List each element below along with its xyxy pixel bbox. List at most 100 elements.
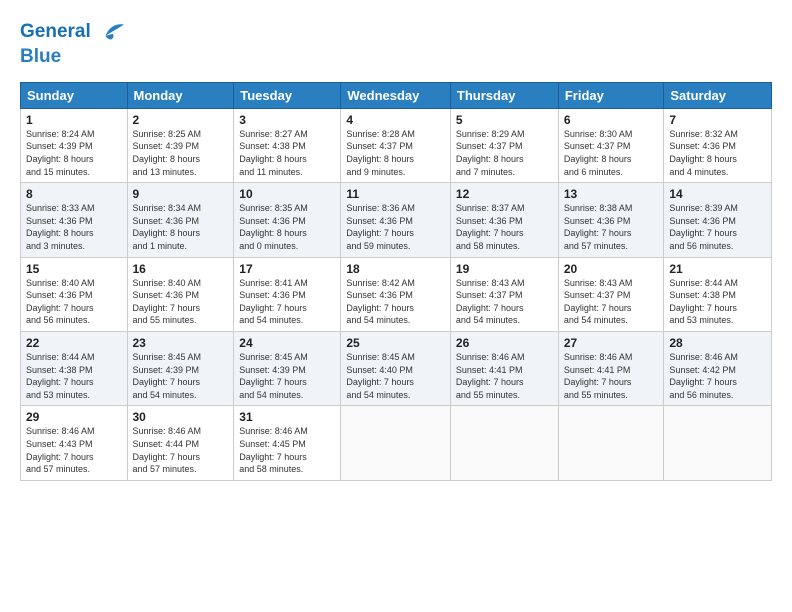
day-info: Sunrise: 8:45 AM Sunset: 4:40 PM Dayligh… xyxy=(346,351,445,401)
calendar-week-4: 22Sunrise: 8:44 AM Sunset: 4:38 PM Dayli… xyxy=(21,331,772,405)
logo-blue: Blue xyxy=(20,46,126,68)
calendar-cell: 4Sunrise: 8:28 AM Sunset: 4:37 PM Daylig… xyxy=(341,108,451,182)
day-number: 30 xyxy=(133,410,229,424)
calendar-cell: 10Sunrise: 8:35 AM Sunset: 4:36 PM Dayli… xyxy=(234,183,341,257)
calendar-cell: 6Sunrise: 8:30 AM Sunset: 4:37 PM Daylig… xyxy=(558,108,664,182)
day-info: Sunrise: 8:40 AM Sunset: 4:36 PM Dayligh… xyxy=(133,277,229,327)
day-info: Sunrise: 8:32 AM Sunset: 4:36 PM Dayligh… xyxy=(669,128,766,178)
calendar-cell: 1Sunrise: 8:24 AM Sunset: 4:39 PM Daylig… xyxy=(21,108,128,182)
day-number: 6 xyxy=(564,113,659,127)
day-info: Sunrise: 8:45 AM Sunset: 4:39 PM Dayligh… xyxy=(133,351,229,401)
day-number: 29 xyxy=(26,410,122,424)
day-number: 18 xyxy=(346,262,445,276)
day-info: Sunrise: 8:28 AM Sunset: 4:37 PM Dayligh… xyxy=(346,128,445,178)
calendar-cell: 22Sunrise: 8:44 AM Sunset: 4:38 PM Dayli… xyxy=(21,331,128,405)
day-info: Sunrise: 8:30 AM Sunset: 4:37 PM Dayligh… xyxy=(564,128,659,178)
calendar-cell: 5Sunrise: 8:29 AM Sunset: 4:37 PM Daylig… xyxy=(450,108,558,182)
day-number: 1 xyxy=(26,113,122,127)
day-info: Sunrise: 8:46 AM Sunset: 4:41 PM Dayligh… xyxy=(456,351,553,401)
calendar-cell: 12Sunrise: 8:37 AM Sunset: 4:36 PM Dayli… xyxy=(450,183,558,257)
day-info: Sunrise: 8:35 AM Sunset: 4:36 PM Dayligh… xyxy=(239,202,335,252)
logo-general: General xyxy=(20,21,91,42)
day-info: Sunrise: 8:36 AM Sunset: 4:36 PM Dayligh… xyxy=(346,202,445,252)
calendar-cell: 13Sunrise: 8:38 AM Sunset: 4:36 PM Dayli… xyxy=(558,183,664,257)
day-info: Sunrise: 8:33 AM Sunset: 4:36 PM Dayligh… xyxy=(26,202,122,252)
calendar-table: SundayMondayTuesdayWednesdayThursdayFrid… xyxy=(20,82,772,481)
day-number: 31 xyxy=(239,410,335,424)
calendar-cell: 31Sunrise: 8:46 AM Sunset: 4:45 PM Dayli… xyxy=(234,406,341,480)
day-info: Sunrise: 8:45 AM Sunset: 4:39 PM Dayligh… xyxy=(239,351,335,401)
calendar-cell: 2Sunrise: 8:25 AM Sunset: 4:39 PM Daylig… xyxy=(127,108,234,182)
calendar-week-5: 29Sunrise: 8:46 AM Sunset: 4:43 PM Dayli… xyxy=(21,406,772,480)
calendar-cell: 15Sunrise: 8:40 AM Sunset: 4:36 PM Dayli… xyxy=(21,257,128,331)
day-info: Sunrise: 8:42 AM Sunset: 4:36 PM Dayligh… xyxy=(346,277,445,327)
day-number: 16 xyxy=(133,262,229,276)
day-number: 20 xyxy=(564,262,659,276)
calendar-cell: 21Sunrise: 8:44 AM Sunset: 4:38 PM Dayli… xyxy=(664,257,772,331)
day-number: 5 xyxy=(456,113,553,127)
day-info: Sunrise: 8:27 AM Sunset: 4:38 PM Dayligh… xyxy=(239,128,335,178)
calendar-cell: 28Sunrise: 8:46 AM Sunset: 4:42 PM Dayli… xyxy=(664,331,772,405)
calendar-cell xyxy=(664,406,772,480)
calendar-cell xyxy=(450,406,558,480)
day-number: 22 xyxy=(26,336,122,350)
day-number: 25 xyxy=(346,336,445,350)
day-info: Sunrise: 8:29 AM Sunset: 4:37 PM Dayligh… xyxy=(456,128,553,178)
day-info: Sunrise: 8:44 AM Sunset: 4:38 PM Dayligh… xyxy=(669,277,766,327)
day-number: 17 xyxy=(239,262,335,276)
day-info: Sunrise: 8:46 AM Sunset: 4:45 PM Dayligh… xyxy=(239,425,335,475)
day-number: 4 xyxy=(346,113,445,127)
day-number: 15 xyxy=(26,262,122,276)
calendar-cell: 7Sunrise: 8:32 AM Sunset: 4:36 PM Daylig… xyxy=(664,108,772,182)
day-info: Sunrise: 8:39 AM Sunset: 4:36 PM Dayligh… xyxy=(669,202,766,252)
day-info: Sunrise: 8:37 AM Sunset: 4:36 PM Dayligh… xyxy=(456,202,553,252)
day-info: Sunrise: 8:25 AM Sunset: 4:39 PM Dayligh… xyxy=(133,128,229,178)
calendar-body: 1Sunrise: 8:24 AM Sunset: 4:39 PM Daylig… xyxy=(21,108,772,480)
calendar-cell: 8Sunrise: 8:33 AM Sunset: 4:36 PM Daylig… xyxy=(21,183,128,257)
calendar-week-1: 1Sunrise: 8:24 AM Sunset: 4:39 PM Daylig… xyxy=(21,108,772,182)
calendar-cell: 19Sunrise: 8:43 AM Sunset: 4:37 PM Dayli… xyxy=(450,257,558,331)
day-number: 27 xyxy=(564,336,659,350)
day-number: 28 xyxy=(669,336,766,350)
day-number: 24 xyxy=(239,336,335,350)
calendar-cell: 23Sunrise: 8:45 AM Sunset: 4:39 PM Dayli… xyxy=(127,331,234,405)
col-header-friday: Friday xyxy=(558,82,664,108)
day-number: 2 xyxy=(133,113,229,127)
calendar-cell xyxy=(558,406,664,480)
calendar-cell: 30Sunrise: 8:46 AM Sunset: 4:44 PM Dayli… xyxy=(127,406,234,480)
day-info: Sunrise: 8:38 AM Sunset: 4:36 PM Dayligh… xyxy=(564,202,659,252)
day-number: 21 xyxy=(669,262,766,276)
calendar-cell: 17Sunrise: 8:41 AM Sunset: 4:36 PM Dayli… xyxy=(234,257,341,331)
day-info: Sunrise: 8:40 AM Sunset: 4:36 PM Dayligh… xyxy=(26,277,122,327)
day-info: Sunrise: 8:46 AM Sunset: 4:44 PM Dayligh… xyxy=(133,425,229,475)
calendar-cell: 14Sunrise: 8:39 AM Sunset: 4:36 PM Dayli… xyxy=(664,183,772,257)
col-header-monday: Monday xyxy=(127,82,234,108)
day-info: Sunrise: 8:44 AM Sunset: 4:38 PM Dayligh… xyxy=(26,351,122,401)
day-number: 10 xyxy=(239,187,335,201)
col-header-sunday: Sunday xyxy=(21,82,128,108)
day-number: 13 xyxy=(564,187,659,201)
calendar-cell: 18Sunrise: 8:42 AM Sunset: 4:36 PM Dayli… xyxy=(341,257,451,331)
day-number: 26 xyxy=(456,336,553,350)
header: General Blue xyxy=(20,18,772,68)
calendar-cell: 27Sunrise: 8:46 AM Sunset: 4:41 PM Dayli… xyxy=(558,331,664,405)
col-header-tuesday: Tuesday xyxy=(234,82,341,108)
calendar-cell: 26Sunrise: 8:46 AM Sunset: 4:41 PM Dayli… xyxy=(450,331,558,405)
day-info: Sunrise: 8:43 AM Sunset: 4:37 PM Dayligh… xyxy=(564,277,659,327)
day-number: 7 xyxy=(669,113,766,127)
day-number: 8 xyxy=(26,187,122,201)
page: General Blue SundayMondayTuesdayWednesda… xyxy=(0,0,792,491)
day-info: Sunrise: 8:43 AM Sunset: 4:37 PM Dayligh… xyxy=(456,277,553,327)
day-number: 19 xyxy=(456,262,553,276)
col-header-saturday: Saturday xyxy=(664,82,772,108)
calendar-cell: 16Sunrise: 8:40 AM Sunset: 4:36 PM Dayli… xyxy=(127,257,234,331)
day-info: Sunrise: 8:24 AM Sunset: 4:39 PM Dayligh… xyxy=(26,128,122,178)
logo: General Blue xyxy=(20,18,126,68)
calendar-week-2: 8Sunrise: 8:33 AM Sunset: 4:36 PM Daylig… xyxy=(21,183,772,257)
col-header-thursday: Thursday xyxy=(450,82,558,108)
col-header-wednesday: Wednesday xyxy=(341,82,451,108)
calendar-cell xyxy=(341,406,451,480)
calendar-cell: 25Sunrise: 8:45 AM Sunset: 4:40 PM Dayli… xyxy=(341,331,451,405)
calendar-cell: 11Sunrise: 8:36 AM Sunset: 4:36 PM Dayli… xyxy=(341,183,451,257)
day-number: 11 xyxy=(346,187,445,201)
